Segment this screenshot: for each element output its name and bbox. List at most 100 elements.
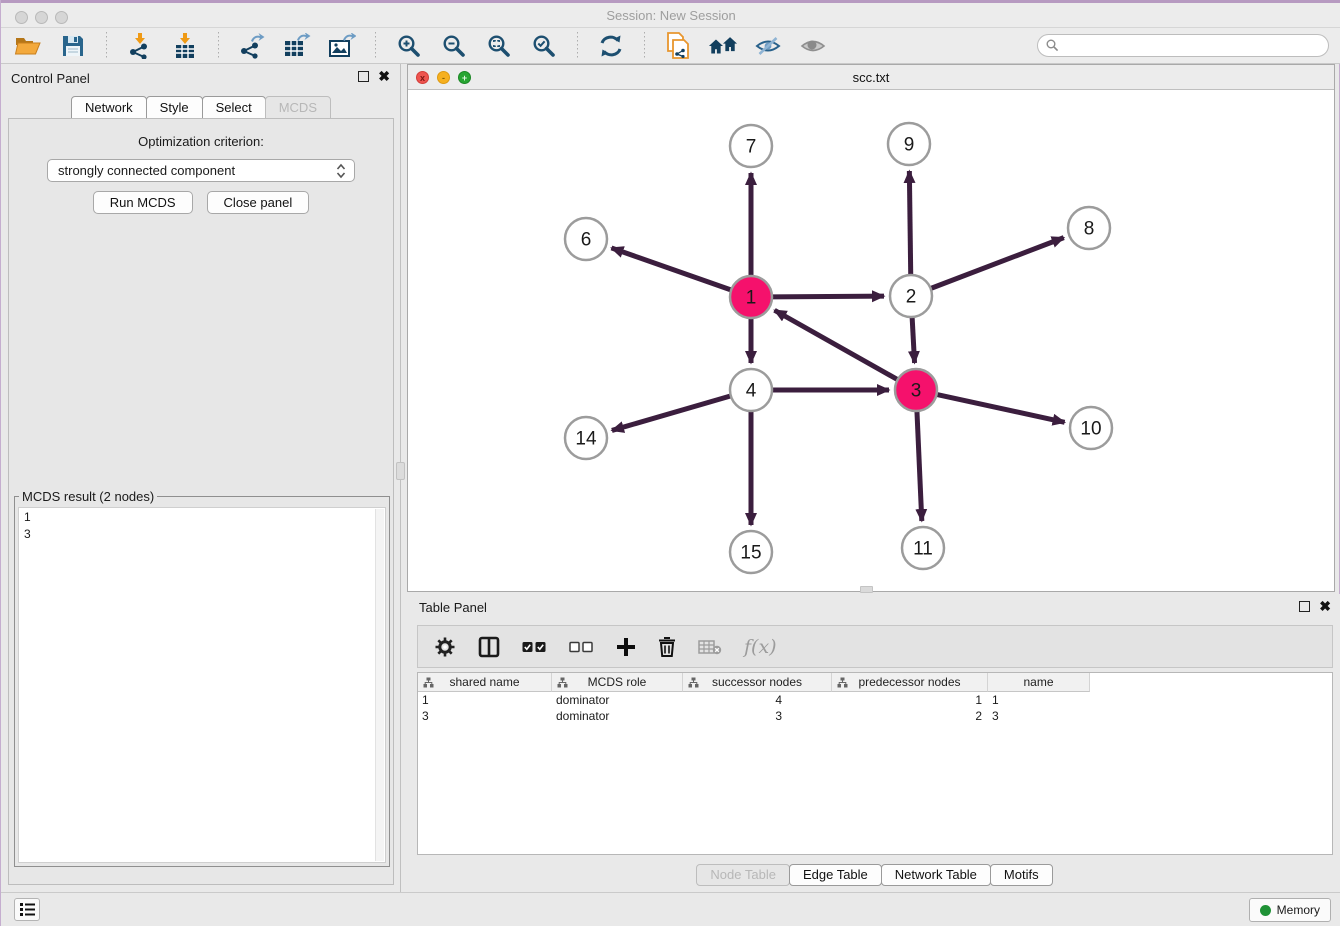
- graph-node-3[interactable]: 3: [895, 369, 937, 411]
- graph-node-8[interactable]: 8: [1068, 207, 1110, 249]
- tab-style[interactable]: Style: [146, 96, 203, 120]
- graph-edge-2-9[interactable]: [909, 171, 910, 275]
- add-column-icon[interactable]: [616, 637, 636, 657]
- cell-successor-nodes[interactable]: 4: [683, 692, 832, 708]
- graph-edge-1-2[interactable]: [772, 296, 884, 297]
- column-header-mcds-role[interactable]: MCDS role: [552, 673, 683, 692]
- mcds-result-area[interactable]: 1 3: [18, 507, 386, 863]
- search-icon: [1046, 39, 1059, 52]
- graph-edge-4-14[interactable]: [612, 396, 731, 431]
- tab-edge-table[interactable]: Edge Table: [789, 864, 882, 886]
- graph-node-14[interactable]: 14: [565, 417, 607, 459]
- cell-name[interactable]: 3: [988, 708, 1090, 724]
- control-panel: Control Panel ✖ NetworkStyleSelectMCDS O…: [1, 64, 401, 892]
- close-panel-button[interactable]: Close panel: [207, 191, 310, 214]
- graph-edge-3-1[interactable]: [775, 310, 898, 379]
- graph-edge-2-3[interactable]: [912, 317, 914, 363]
- zoom-selected-icon[interactable]: [529, 32, 559, 60]
- hide-selected-icon[interactable]: [753, 32, 783, 60]
- zoom-out-icon[interactable]: [439, 32, 469, 60]
- tab-network[interactable]: Network: [71, 96, 147, 120]
- task-history-button[interactable]: [14, 898, 40, 921]
- cell-shared-name[interactable]: 1: [418, 692, 552, 708]
- tab-network-table[interactable]: Network Table: [881, 864, 991, 886]
- tab-motifs[interactable]: Motifs: [990, 864, 1053, 886]
- first-neighbors-icon[interactable]: [708, 32, 738, 60]
- tab-node-table[interactable]: Node Table: [696, 864, 790, 886]
- graph-node-7[interactable]: 7: [730, 125, 772, 167]
- graph-node-1[interactable]: 1: [730, 276, 772, 318]
- cell-mcds-role[interactable]: dominator: [552, 692, 683, 708]
- zoom-in-icon[interactable]: [394, 32, 424, 60]
- export-network-icon[interactable]: [237, 32, 267, 60]
- graph-node-15[interactable]: 15: [730, 531, 772, 573]
- cell-shared-name[interactable]: 3: [418, 708, 552, 724]
- export-image-icon[interactable]: [327, 32, 357, 60]
- control-panel-tabs: NetworkStyleSelectMCDS: [1, 96, 400, 120]
- import-network-icon[interactable]: [125, 32, 155, 60]
- run-mcds-button[interactable]: Run MCDS: [93, 191, 193, 214]
- node-table[interactable]: shared nameMCDS rolesuccessor nodesprede…: [417, 672, 1333, 855]
- memory-button[interactable]: Memory: [1249, 898, 1331, 922]
- graph-edge-1-6[interactable]: [611, 248, 731, 290]
- graph-edge-3-11[interactable]: [917, 411, 922, 521]
- toolbar-separator: [375, 32, 376, 60]
- cell-predecessor-nodes[interactable]: 2: [832, 708, 988, 724]
- result-scrollbar[interactable]: [375, 509, 384, 861]
- cell-name[interactable]: 1: [988, 692, 1090, 708]
- network-window: x - + scc.txt 7968124314101511: [407, 64, 1335, 592]
- column-header-shared-name[interactable]: shared name: [418, 673, 552, 692]
- criterion-select[interactable]: strongly connected component: [47, 159, 355, 182]
- graph-node-9[interactable]: 9: [888, 123, 930, 165]
- column-header-successor-nodes[interactable]: successor nodes: [683, 673, 832, 692]
- cell-predecessor-nodes[interactable]: 1: [832, 692, 988, 708]
- float-panel-icon[interactable]: [358, 71, 369, 82]
- show-all-icon[interactable]: [798, 32, 828, 60]
- network-canvas[interactable]: 7 9 6 8 1 2 4 3 14 10 15 11: [409, 90, 1333, 591]
- graph-node-2[interactable]: 2: [890, 275, 932, 317]
- control-panel-header: Control Panel ✖: [1, 64, 400, 94]
- deselect-all-icon[interactable]: [569, 641, 594, 653]
- control-panel-title: Control Panel: [11, 71, 90, 86]
- function-builder-icon[interactable]: f(x): [744, 636, 777, 658]
- cell-mcds-role[interactable]: dominator: [552, 708, 683, 724]
- graph-node-11[interactable]: 11: [902, 527, 944, 569]
- network-graph[interactable]: 7 9 6 8 1 2 4 3 14 10 15 11: [409, 90, 1333, 591]
- panel-divider-grip[interactable]: [396, 462, 405, 480]
- settings-gear-icon[interactable]: [434, 636, 456, 658]
- graph-node-6[interactable]: 6: [565, 218, 607, 260]
- zoom-fit-icon[interactable]: [484, 32, 514, 60]
- graph-node-4[interactable]: 4: [730, 369, 772, 411]
- graph-edge-2-8[interactable]: [931, 238, 1064, 289]
- table-panel-tabs: Node TableEdge TableNetwork TableMotifs: [407, 864, 1340, 886]
- export-table-icon[interactable]: [282, 32, 312, 60]
- select-all-icon[interactable]: [522, 641, 547, 653]
- cell-successor-nodes[interactable]: 3: [683, 708, 832, 724]
- save-session-icon[interactable]: [58, 32, 88, 60]
- delete-column-icon[interactable]: [658, 636, 676, 657]
- new-network-from-selection-icon[interactable]: [663, 32, 693, 60]
- delete-table-icon[interactable]: [698, 639, 722, 655]
- column-type-icon: [423, 677, 434, 688]
- network-window-grip[interactable]: [860, 586, 873, 593]
- table-row[interactable]: 1dominator411: [418, 692, 1332, 708]
- apply-layout-icon[interactable]: [596, 32, 626, 60]
- memory-status-icon: [1260, 905, 1271, 916]
- tab-select[interactable]: Select: [202, 96, 266, 120]
- column-header-predecessor-nodes[interactable]: predecessor nodes: [832, 673, 988, 692]
- import-table-icon[interactable]: [170, 32, 200, 60]
- graph-node-label: 1: [746, 288, 757, 309]
- column-header-name[interactable]: name: [988, 673, 1090, 692]
- mcds-result-title: MCDS result (2 nodes): [19, 489, 157, 504]
- graph-node-label: 7: [746, 137, 757, 158]
- graph-node-10[interactable]: 10: [1070, 407, 1112, 449]
- close-table-panel-icon[interactable]: ✖: [1319, 601, 1331, 612]
- float-table-panel-icon[interactable]: [1299, 601, 1310, 612]
- open-session-icon[interactable]: [13, 32, 43, 60]
- graph-edge-3-10[interactable]: [937, 394, 1065, 422]
- search-input[interactable]: [1037, 34, 1329, 57]
- tab-mcds[interactable]: MCDS: [265, 96, 331, 120]
- table-row[interactable]: 3dominator323: [418, 708, 1332, 724]
- toggle-column-view-icon[interactable]: [478, 636, 500, 658]
- close-panel-icon[interactable]: ✖: [378, 71, 390, 82]
